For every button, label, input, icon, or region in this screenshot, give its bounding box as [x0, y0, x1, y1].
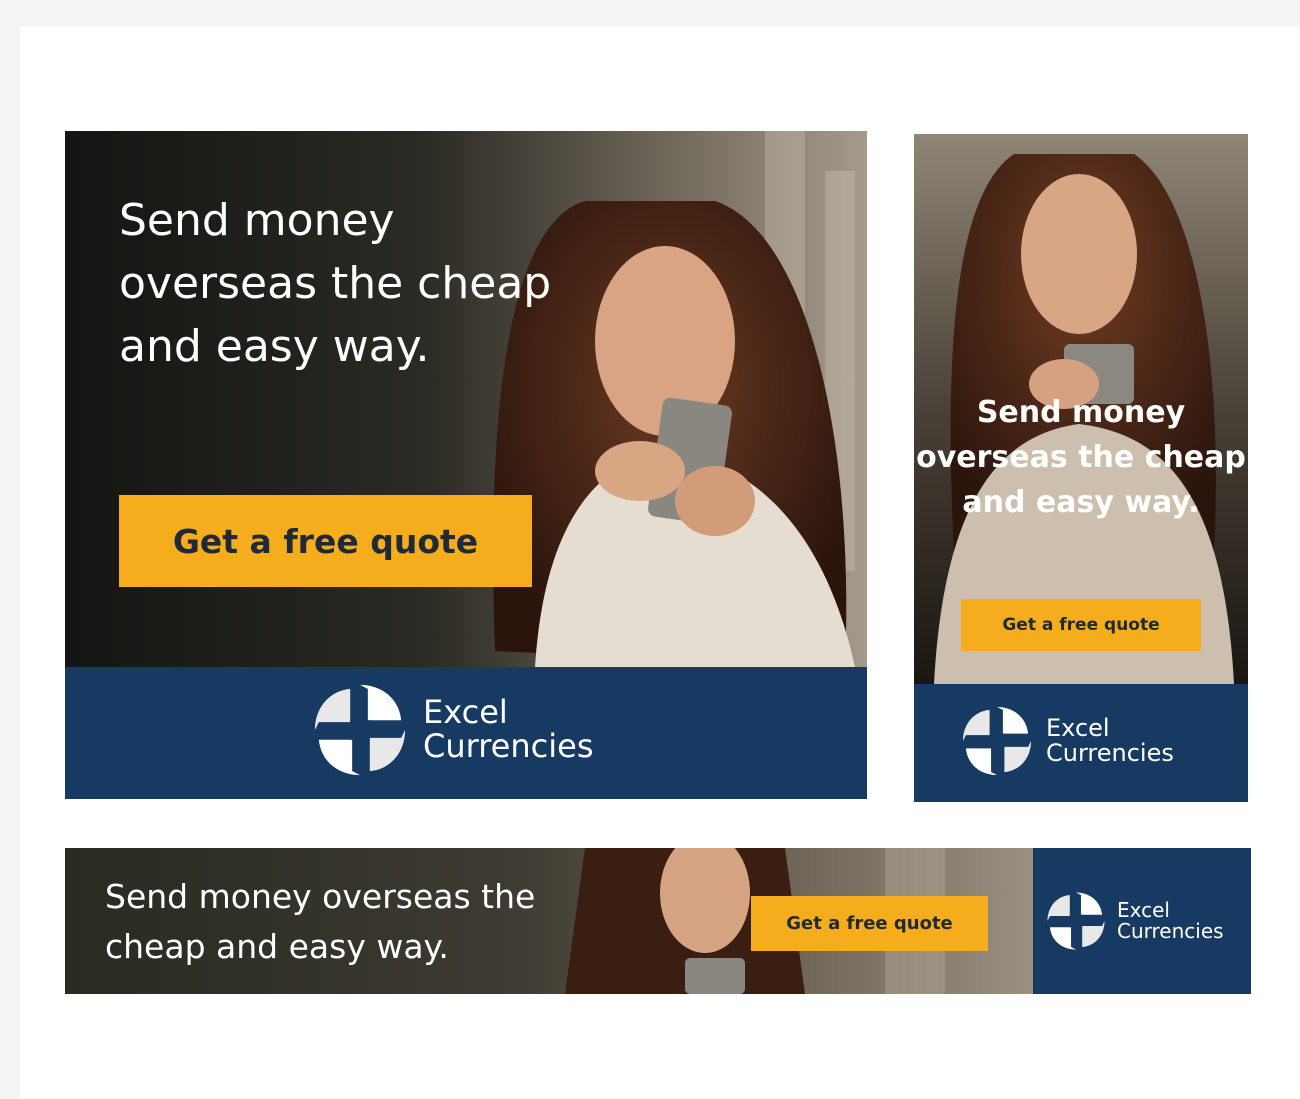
brand-line-1: Excel: [1046, 713, 1110, 742]
brand-bar: Excel Currencies: [65, 667, 867, 799]
brand-line-2: Currencies: [423, 727, 594, 765]
banner-large[interactable]: Send money overseas the cheap and easy w…: [65, 131, 867, 799]
brand-name: Excel Currencies: [1117, 900, 1224, 942]
banner-wide[interactable]: Send money overseas the cheap and easy w…: [65, 848, 1251, 994]
excel-currencies-logo-icon: [962, 706, 1032, 776]
get-quote-button[interactable]: Get a free quote: [961, 599, 1201, 651]
brand-line-1: Excel: [1117, 898, 1170, 922]
brand-logo[interactable]: Excel Currencies: [1045, 890, 1224, 952]
headline: Send money overseas the cheap and easy w…: [105, 877, 536, 966]
banner-tall[interactable]: Send money overseas the cheap and easy w…: [914, 134, 1248, 802]
brand-name: Excel Currencies: [423, 696, 593, 763]
excel-currencies-logo-icon: [314, 684, 406, 776]
excel-currencies-logo-icon: [1047, 892, 1105, 950]
brand-logo[interactable]: Excel Currencies: [960, 704, 1174, 778]
brand-name: Excel Currencies: [1046, 713, 1174, 767]
get-quote-button[interactable]: Get a free quote: [119, 495, 532, 587]
brand-bar: Excel Currencies: [1033, 848, 1251, 994]
brand-bar: Excel Currencies: [914, 684, 1248, 802]
brand-line-1: Excel: [423, 693, 508, 732]
brand-line-2: Currencies: [1117, 919, 1224, 943]
headline: Send money overseas the cheap and easy w…: [916, 395, 1246, 520]
headline: Send money overseas the cheap and easy w…: [119, 195, 552, 372]
canvas: Send money overseas the cheap and easy w…: [20, 26, 1300, 1099]
brand-line-2: Currencies: [1046, 739, 1174, 767]
get-quote-button[interactable]: Get a free quote: [751, 896, 988, 951]
brand-logo[interactable]: Excel Currencies: [311, 681, 593, 779]
